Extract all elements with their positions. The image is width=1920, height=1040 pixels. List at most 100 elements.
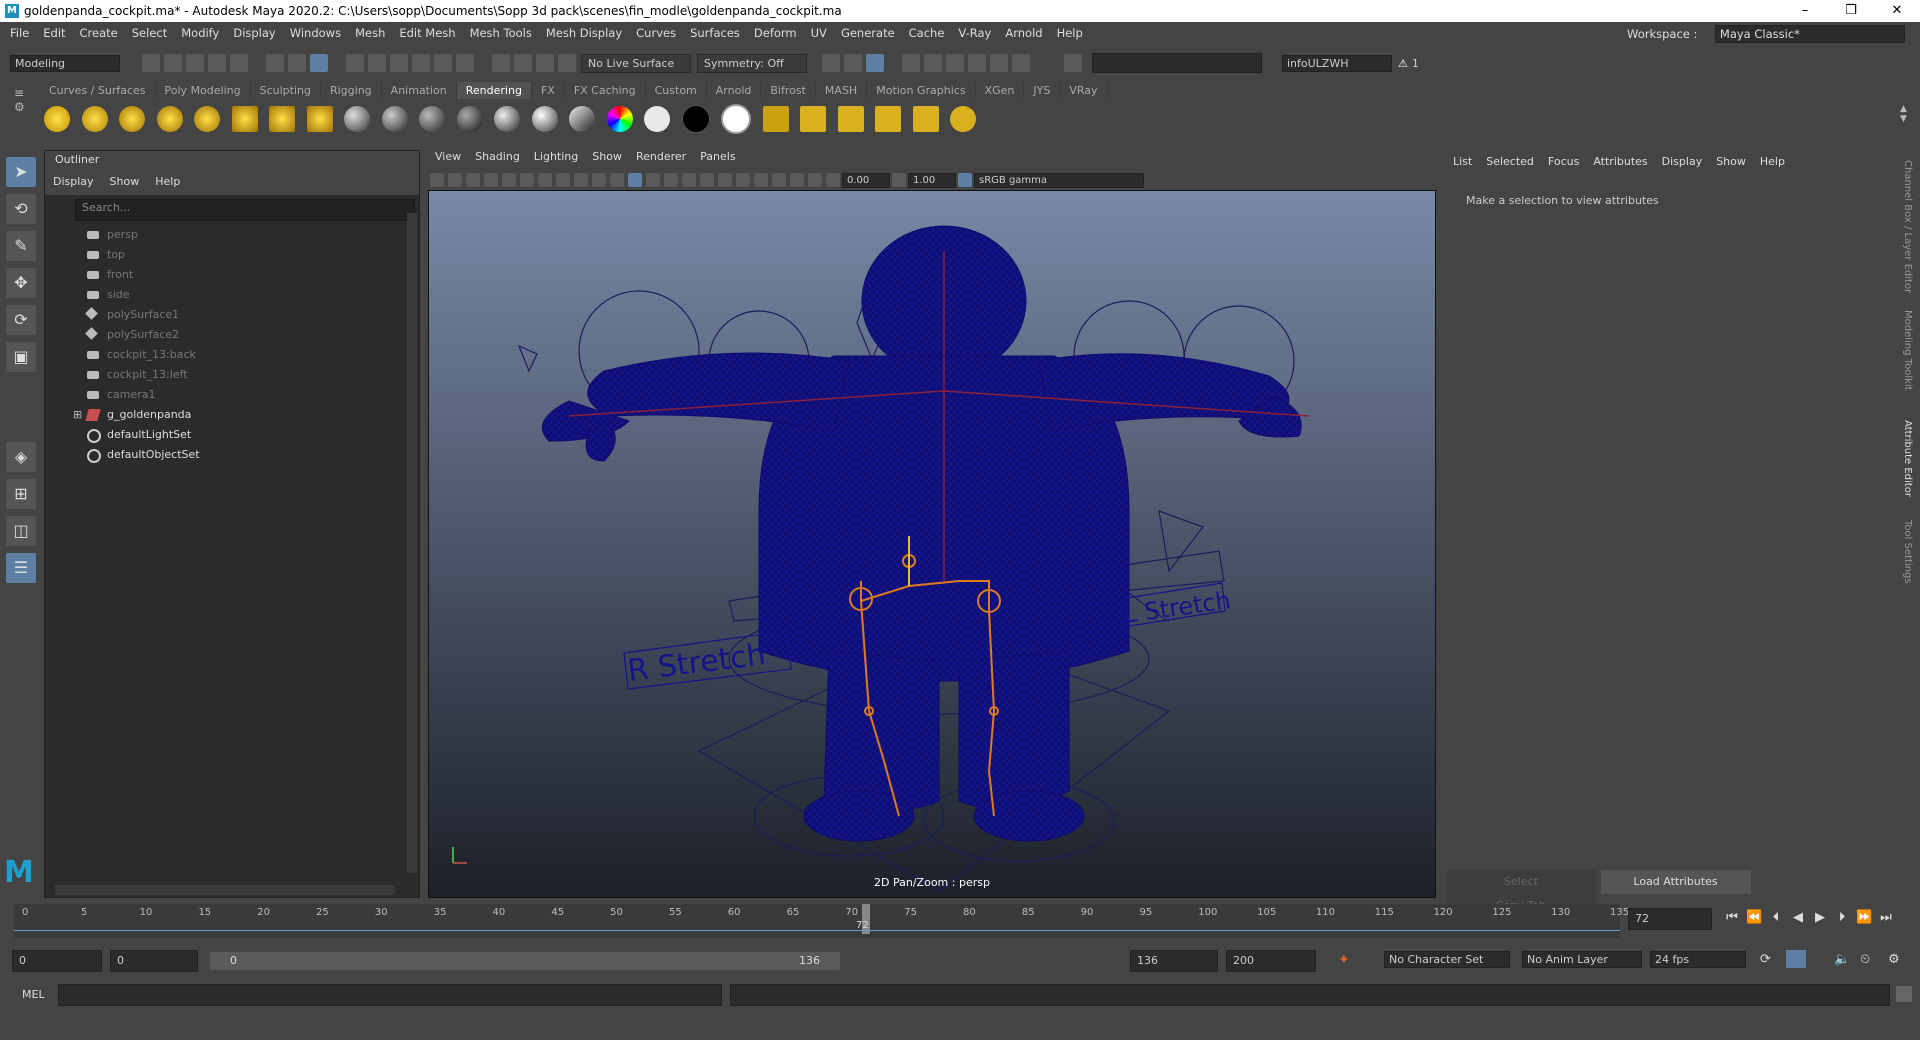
camera-aim-icon[interactable]	[306, 106, 333, 132]
expand-icon[interactable]: ⊞	[73, 405, 82, 425]
select-hierarchy-icon[interactable]	[266, 54, 284, 72]
textured-icon[interactable]	[664, 173, 678, 187]
menu-mesh-tools[interactable]: Mesh Tools	[470, 26, 532, 40]
outliner-item-front[interactable]: front	[45, 265, 419, 285]
history-icon[interactable]	[492, 54, 510, 72]
render-layer-icon[interactable]	[912, 106, 939, 132]
lights-icon[interactable]	[682, 173, 696, 187]
outliner-item-g-goldenpanda[interactable]: ⊞ g_goldenpanda	[45, 405, 419, 425]
render-graph-icon[interactable]	[762, 106, 789, 132]
white-shader-icon[interactable]	[644, 106, 670, 132]
outliner-menu-show[interactable]: Show	[110, 175, 140, 188]
light-linking-icon[interactable]	[837, 106, 864, 132]
outliner-item-persp[interactable]: persp	[45, 225, 419, 245]
undo-icon[interactable]	[208, 54, 226, 72]
tab-channel-box[interactable]: Channel Box / Layer Editor	[1902, 160, 1913, 300]
ipr-render-icon[interactable]	[866, 54, 884, 72]
viewport-menu-panels[interactable]: Panels	[700, 150, 735, 163]
new-scene-icon[interactable]	[142, 54, 160, 72]
go-to-end-icon[interactable]: ⏭	[1878, 910, 1894, 926]
live-surface-button[interactable]: No Live Surface	[581, 53, 691, 73]
attr-menu-show[interactable]: Show	[1716, 155, 1746, 168]
blinn-material-icon[interactable]	[344, 106, 370, 132]
outliner-item-polysurface1[interactable]: polySurface1	[45, 305, 419, 325]
snap-plane-icon[interactable]	[412, 54, 430, 72]
step-back-key-icon[interactable]: ⏪	[1746, 910, 1762, 926]
lambert-material-icon[interactable]	[381, 106, 408, 132]
shelf-tab-rendering[interactable]: Rendering	[456, 82, 532, 99]
playback-speed-icon[interactable]: ⏲	[1860, 952, 1870, 967]
range-slider[interactable]: 0 136	[210, 952, 840, 970]
outliner-layout-icon[interactable]: ☰	[6, 553, 36, 583]
character-set-dropdown[interactable]: No Character Set	[1384, 951, 1510, 968]
shelf-tab-fx-caching[interactable]: FX Caching	[565, 82, 646, 99]
resolution-gate-icon[interactable]	[520, 173, 534, 187]
shader-linking-icon[interactable]	[875, 106, 901, 132]
vray-frame-icon[interactable]	[968, 54, 986, 72]
snap-grid-icon[interactable]	[346, 54, 364, 72]
lock-icon[interactable]	[456, 54, 474, 72]
tab-modeling-toolkit[interactable]: Modeling Toolkit	[1902, 310, 1913, 410]
shelf-tab-motion-graphics[interactable]: Motion Graphics	[867, 82, 976, 99]
safe-action-icon[interactable]	[574, 173, 588, 187]
menu-modify[interactable]: Modify	[181, 26, 219, 40]
loop-icon[interactable]: ⟳	[1760, 952, 1771, 967]
menuset-dropdown[interactable]: Modeling	[10, 54, 120, 72]
outliner-item-side[interactable]: side	[45, 285, 419, 305]
attr-menu-focus[interactable]: Focus	[1548, 155, 1579, 168]
attr-menu-selected[interactable]: Selected	[1486, 155, 1534, 168]
outliner-item-top[interactable]: top	[45, 245, 419, 265]
outliner-item-camera1[interactable]: camera1	[45, 385, 419, 405]
anisotropic-material-icon[interactable]	[531, 106, 558, 132]
load-attributes-button[interactable]: Load Attributes	[1600, 870, 1751, 894]
auto-key-icon[interactable]: ✦	[1338, 952, 1350, 968]
save-scene-icon[interactable]	[186, 54, 204, 72]
shelf-tab-arnold[interactable]: Arnold	[707, 82, 762, 99]
menu-windows[interactable]: Windows	[290, 26, 341, 40]
volume-light-icon[interactable]	[231, 106, 258, 132]
exposure-icon[interactable]	[826, 173, 840, 187]
wireframe-on-shaded-icon[interactable]	[646, 173, 660, 187]
menu-uv[interactable]: UV	[811, 26, 827, 40]
open-scene-icon[interactable]	[164, 54, 182, 72]
outliner-item-polysurface2[interactable]: polySurface2	[45, 325, 419, 345]
outliner-search-input[interactable]: Search...	[75, 199, 415, 221]
menu-edit-mesh[interactable]: Edit Mesh	[399, 26, 455, 40]
anim-end-field[interactable]: 136	[1130, 950, 1218, 972]
redo-icon[interactable]	[230, 54, 248, 72]
command-input[interactable]	[58, 984, 722, 1006]
sidebar-toggle-icon[interactable]	[1064, 54, 1082, 72]
outliner-item-defaultobjectset[interactable]: defaultObjectSet	[45, 445, 419, 465]
anim-start-field[interactable]: 0	[110, 950, 198, 972]
four-view-layout-icon[interactable]: ⊞	[6, 479, 36, 509]
select-component-icon[interactable]	[310, 54, 328, 72]
minimize-button[interactable]: –	[1782, 0, 1828, 22]
viewport-menu-lighting[interactable]: Lighting	[534, 150, 578, 163]
workspace-dropdown[interactable]: Maya Classic*	[1714, 25, 1905, 43]
pause-icon[interactable]	[1012, 54, 1030, 72]
film-gate-icon[interactable]	[502, 173, 516, 187]
anim-layer-dropdown[interactable]: No Anim Layer	[1522, 951, 1642, 968]
single-view-layout-icon[interactable]: ◈	[6, 442, 36, 472]
snap-curve-icon[interactable]	[368, 54, 386, 72]
layered-shader-icon[interactable]	[569, 106, 595, 132]
tab-tool-settings[interactable]: Tool Settings	[1902, 520, 1913, 600]
render-setup-icon[interactable]	[950, 106, 976, 132]
menu-select[interactable]: Select	[132, 26, 167, 40]
play-forward-icon[interactable]: ▶	[1812, 910, 1828, 926]
spot-light-icon[interactable]	[156, 106, 183, 132]
use-background-icon[interactable]	[721, 104, 751, 134]
move-tool-icon[interactable]: ✥	[6, 268, 36, 298]
symmetry-button[interactable]: Symmetry: Off	[697, 53, 807, 73]
scene-start-field[interactable]: 0	[12, 950, 102, 972]
viewport-menu-renderer[interactable]: Renderer	[636, 150, 686, 163]
viewport-menu-show[interactable]: Show	[592, 150, 622, 163]
command-language-label[interactable]: MEL	[22, 988, 45, 1001]
antialias-icon[interactable]	[754, 173, 768, 187]
vray-ipr-icon[interactable]	[990, 54, 1008, 72]
field-chart-icon[interactable]	[556, 173, 570, 187]
shelf-tab-rigging[interactable]: Rigging	[321, 82, 382, 99]
outliner-item-cockpit-13-back[interactable]: cockpit_13:back	[45, 345, 419, 365]
xray-icon[interactable]	[790, 173, 804, 187]
scene-end-field[interactable]: 200	[1226, 950, 1316, 972]
